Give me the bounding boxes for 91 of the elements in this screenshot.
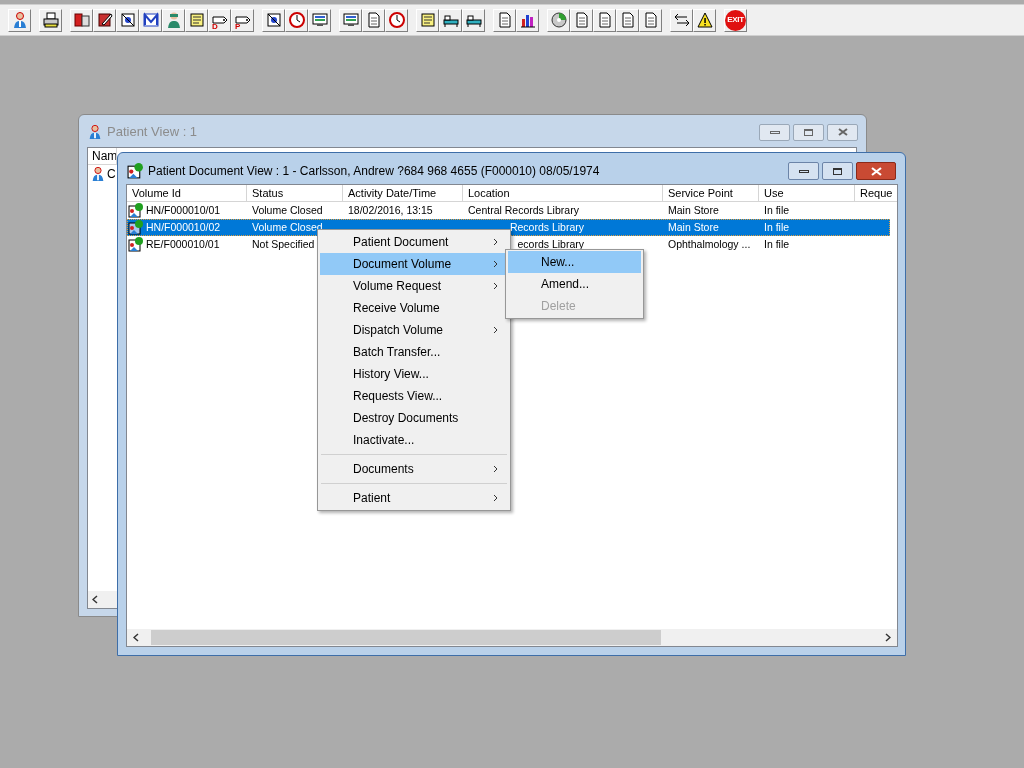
column-header[interactable]: Status <box>247 185 343 202</box>
warning-icon <box>695 11 714 29</box>
column-header[interactable]: Service Point <box>663 185 759 202</box>
table-cell-text: HN/F000010/02 <box>146 219 221 235</box>
scrollbar-thumb[interactable] <box>151 630 661 645</box>
column-header[interactable]: Use <box>759 185 855 202</box>
toolbar-button[interactable] <box>339 8 362 32</box>
scroll-left-icon[interactable] <box>92 595 98 604</box>
monitor-icon <box>310 11 329 29</box>
clock-icon <box>387 11 406 29</box>
toolbar-button[interactable] <box>670 8 693 32</box>
scroll-left-icon[interactable] <box>133 633 139 642</box>
toolbar-button[interactable] <box>462 8 485 32</box>
minimize-button[interactable] <box>759 123 790 141</box>
menu-item[interactable]: Document Volume <box>320 253 508 275</box>
pen-icon <box>95 11 114 29</box>
table-cell-text: In file <box>764 219 790 235</box>
arrows-icon <box>672 11 691 29</box>
toolbar-button[interactable]: EXIT <box>724 8 747 32</box>
toolbar-button[interactable]: P <box>231 8 254 32</box>
menu-item[interactable]: New... <box>508 251 641 273</box>
menu-item[interactable]: Destroy Documents <box>320 407 508 429</box>
scroll-right-icon[interactable] <box>885 633 891 642</box>
book-icon <box>72 11 91 29</box>
column-header[interactable]: Nam <box>88 148 117 165</box>
monitor-icon <box>341 11 360 29</box>
toolbar-button[interactable] <box>516 8 539 32</box>
menu-item[interactable]: Inactivate... <box>320 429 508 451</box>
toolbar-button[interactable] <box>439 8 462 32</box>
table-cell-text: In file <box>764 202 790 218</box>
toolbar-button[interactable] <box>547 8 570 32</box>
note-icon <box>418 11 437 29</box>
table-cell-text: Central Records Library <box>468 202 579 218</box>
close-button[interactable] <box>827 123 858 141</box>
column-header[interactable]: Volume Id <box>127 185 247 202</box>
table-cell-text: Main Store <box>668 219 719 235</box>
table-cell-text: HN/F000010/01 <box>146 202 221 218</box>
tag-letter: D <box>212 22 218 31</box>
window-title: Patient Document View : 1 - Carlsson, Andrew ?684 968 4655 (F000010) 08/05/1974 <box>148 163 600 180</box>
table-cell-text: Ophthalmology ... <box>668 236 751 252</box>
minimize-button[interactable] <box>788 162 819 180</box>
toolbar-button[interactable] <box>139 8 162 32</box>
window-title: Patient View : 1 <box>107 123 198 142</box>
person-icon <box>87 124 103 140</box>
toolbar-button[interactable]: D <box>208 8 231 32</box>
column-header[interactable]: Location <box>463 185 663 202</box>
column-header[interactable]: Activity Date/Time <box>343 185 463 202</box>
menu-item[interactable]: Amend... <box>508 273 641 295</box>
toolbar-button[interactable] <box>70 8 93 32</box>
maximize-button[interactable] <box>822 162 853 180</box>
close-icon <box>837 128 848 136</box>
menu-item[interactable]: Volume Request <box>320 275 508 297</box>
toolbar-button[interactable] <box>39 8 62 32</box>
menu-item[interactable]: Patient <box>320 487 508 509</box>
clock-icon <box>287 11 306 29</box>
toolbar-button[interactable] <box>93 8 116 32</box>
menu-item[interactable]: Receive Volume <box>320 297 508 319</box>
printer-icon <box>41 11 60 29</box>
toolbar-button[interactable] <box>262 8 285 32</box>
toolbar-button[interactable] <box>116 8 139 32</box>
table-cell-text: Not Specified <box>252 236 315 252</box>
menu-item[interactable]: Patient Document <box>320 231 508 253</box>
close-button[interactable] <box>856 162 896 180</box>
document-icon <box>264 11 283 29</box>
table-cell-text: 18/02/2016, 13:15 <box>348 202 433 218</box>
menu-item[interactable]: History View... <box>320 363 508 385</box>
column-header[interactable]: Reque <box>855 185 897 202</box>
table-cell-text: RE/F000010/01 <box>146 236 220 252</box>
table-cell: Records Library <box>509 220 584 233</box>
toolbar-button[interactable] <box>308 8 331 32</box>
menu-item[interactable]: Dispatch Volume <box>320 319 508 341</box>
table-cell-text: In file <box>764 236 790 252</box>
tag-letter: P <box>235 22 241 31</box>
close-icon <box>870 166 882 176</box>
toolbar-button[interactable] <box>693 8 716 32</box>
document-icon <box>118 11 137 29</box>
envelope-icon <box>141 11 160 29</box>
table-cell-text: Volume Closed <box>252 202 323 218</box>
menu-item[interactable]: Batch Transfer... <box>320 341 508 363</box>
maximize-button[interactable] <box>793 123 824 141</box>
disc-icon <box>549 11 568 29</box>
table-cell: ecords Library <box>517 237 584 250</box>
person-icon <box>90 165 106 182</box>
menu-item[interactable]: Requests View... <box>320 385 508 407</box>
table-cell-text: Main Store <box>668 202 719 218</box>
note-icon <box>187 11 206 29</box>
menu-item[interactable]: Documents <box>320 458 508 480</box>
document-icon <box>127 162 144 180</box>
document-icon <box>128 219 144 236</box>
table-cell-text: C <box>107 165 116 183</box>
menu-item: Delete <box>540 298 577 315</box>
